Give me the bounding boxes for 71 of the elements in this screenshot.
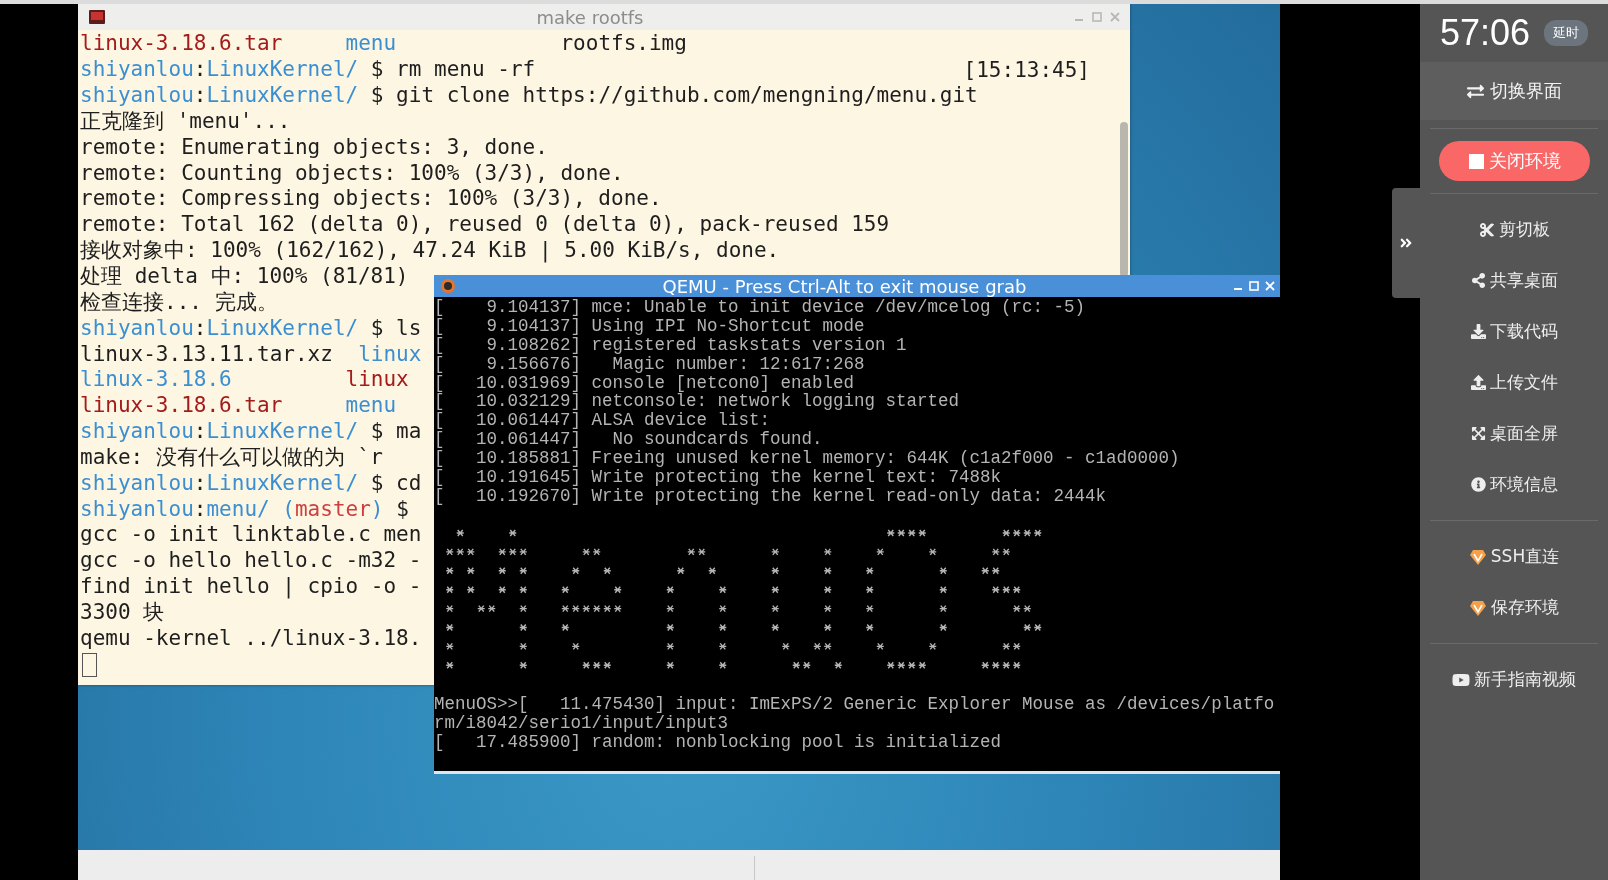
console-line: [ 9.156676] Magic number: 12:617:268 bbox=[434, 354, 865, 374]
console-line: MenuOS>>[ 11.475430] input: ImExPS/2 Generic Explorer Mouse as /devices/platfo bbox=[434, 694, 1275, 714]
scissors-icon bbox=[1478, 221, 1495, 238]
cursor bbox=[82, 653, 97, 678]
sidebar-item[interactable]: 桌面全屏 bbox=[1420, 408, 1608, 459]
terminal-line: shiyanlou:LinuxKernel/ $ ls bbox=[80, 315, 422, 341]
countdown-timer: 57:06 bbox=[1439, 12, 1531, 54]
terminal-line: 正克隆到 'menu'... bbox=[80, 108, 291, 134]
sidebar-item[interactable]: 保存环境 bbox=[1420, 582, 1608, 633]
terminal-line: make: 没有什么可以做的为 `r bbox=[80, 444, 383, 470]
console-line: [ 10.032129] netconsole: network logging started bbox=[434, 392, 960, 412]
collapse-tab[interactable] bbox=[1392, 188, 1420, 298]
console-line: [ 10.192670] Write protecting the kernel read-only data: 2444k bbox=[434, 486, 1107, 506]
console-line: [ 10.061447] No soundcards found. bbox=[434, 430, 823, 450]
sidebar-item[interactable]: 新手指南视频 bbox=[1420, 654, 1608, 705]
upload-icon bbox=[1470, 375, 1486, 390]
terminal-line: shiyanlou:LinuxKernel/ $ ma bbox=[80, 419, 422, 445]
diamond-icon bbox=[1468, 547, 1487, 566]
terminal-line: remote: Counting objects: 100% (3/3), done. bbox=[80, 160, 624, 186]
swap-icon bbox=[1466, 82, 1484, 100]
terminal-line: gcc -o hello hello.c -m32 - bbox=[80, 548, 422, 574]
terminal-line: 接收对象中: 100% (162/162), 47.24 KiB | 5.00 KiB/s, done. bbox=[80, 238, 780, 264]
terminal-line: remote: Total 162 (delta 0), reused 0 (delta 0), pack-reused 159 bbox=[80, 212, 890, 238]
console-line: [ 10.185881] Freeing unused kernel memory: 644K (c1a2f000 - c1ad0000) bbox=[434, 449, 1180, 469]
terminal-line: linux-3.18.6.tar menu rootfs.img bbox=[80, 31, 687, 57]
console-line: [ 10.061447] ALSA device list: bbox=[434, 411, 771, 431]
terminal-line: shiyanlou:menu/ (master) $ bbox=[80, 496, 409, 522]
double-chevron-icon bbox=[1399, 236, 1413, 250]
window-title: QEMU - Press Ctrl-Alt to exit mouse grab bbox=[661, 275, 1028, 297]
info-icon bbox=[1470, 477, 1486, 492]
extend-button[interactable]: 延时 bbox=[1544, 20, 1589, 46]
close-icon[interactable] bbox=[1110, 12, 1120, 22]
window-title: make rootfs bbox=[535, 6, 645, 28]
terminal-line: shiyanlou:LinuxKernel/ $ rm menu -rf bbox=[80, 57, 536, 83]
sidebar-item[interactable]: SSH直连 bbox=[1420, 531, 1608, 582]
terminal-line: linux-3.18.6 linux bbox=[80, 367, 409, 393]
maximize-icon[interactable] bbox=[1092, 12, 1102, 22]
terminal-line: shiyanlou:LinuxKernel/ $ cd bbox=[80, 470, 422, 496]
console-line: [ 9.108262] registered taskstats version 1 bbox=[434, 335, 907, 355]
terminal-line: linux-3.13.11.tar.xz linux bbox=[80, 341, 422, 367]
terminal-line: 处理 delta 中: 100% (81/81) bbox=[80, 264, 409, 289]
console-line: [ 10.031969] console [netcon0] enabled bbox=[434, 373, 855, 393]
terminal-line: gcc -o init linktable.c men bbox=[80, 522, 422, 548]
share-icon bbox=[1470, 273, 1486, 288]
sidebar-item[interactable]: 下载代码 bbox=[1420, 306, 1608, 357]
switch-view-button[interactable]: 切换界面 bbox=[1420, 62, 1608, 120]
console-line: [ 9.104137] mce: Unable to init device /dev/mcelog (rc: -5) bbox=[434, 298, 1086, 317]
download-icon bbox=[1470, 324, 1486, 339]
app-icon bbox=[440, 278, 456, 294]
terminal-icon bbox=[88, 9, 106, 25]
sidebar-item[interactable]: 环境信息 bbox=[1420, 459, 1608, 510]
scrollbar-thumb[interactable] bbox=[1120, 122, 1128, 277]
console-line: rm/i8042/serio1/input/input3 bbox=[434, 713, 729, 733]
terminal-line: linux-3.18.6.tar menu bbox=[80, 393, 397, 419]
sidebar-item[interactable]: 上传文件 bbox=[1420, 357, 1608, 408]
terminal-line: find init hello | cpio -o - bbox=[80, 574, 422, 600]
diamond-icon bbox=[1469, 598, 1487, 617]
stop-icon bbox=[1468, 153, 1484, 169]
terminal-line: 3300 块 bbox=[80, 600, 165, 625]
terminal-line: shiyanlou:LinuxKernel/ $ git clone https://github.com/mengning/menu.git bbox=[80, 83, 978, 109]
terminal-line: remote: Enumerating objects: 3, done. bbox=[80, 134, 548, 160]
sidebar-item[interactable]: 剪切板 bbox=[1420, 204, 1608, 255]
console-line: [ 9.104137] Using IPI No-Shortcut mode bbox=[434, 316, 865, 336]
fullscreen-icon bbox=[1470, 426, 1486, 441]
console-line: [ 17.485900] random: nonblocking pool is initialized bbox=[434, 732, 1002, 752]
console-line: [ 10.191645] Write protecting the kernel text: 7488k bbox=[434, 468, 1002, 487]
sidebar-item[interactable]: 共享桌面 bbox=[1420, 255, 1608, 306]
timestamp: [15:13:45] bbox=[963, 57, 1090, 82]
terminal-line: remote: Compressing objects: 100% (3/3), done. bbox=[80, 186, 662, 212]
terminal-line: qemu -kernel ../linux-3.18. bbox=[80, 625, 422, 651]
terminal-line: 检查连接... 完成。 bbox=[80, 289, 278, 315]
